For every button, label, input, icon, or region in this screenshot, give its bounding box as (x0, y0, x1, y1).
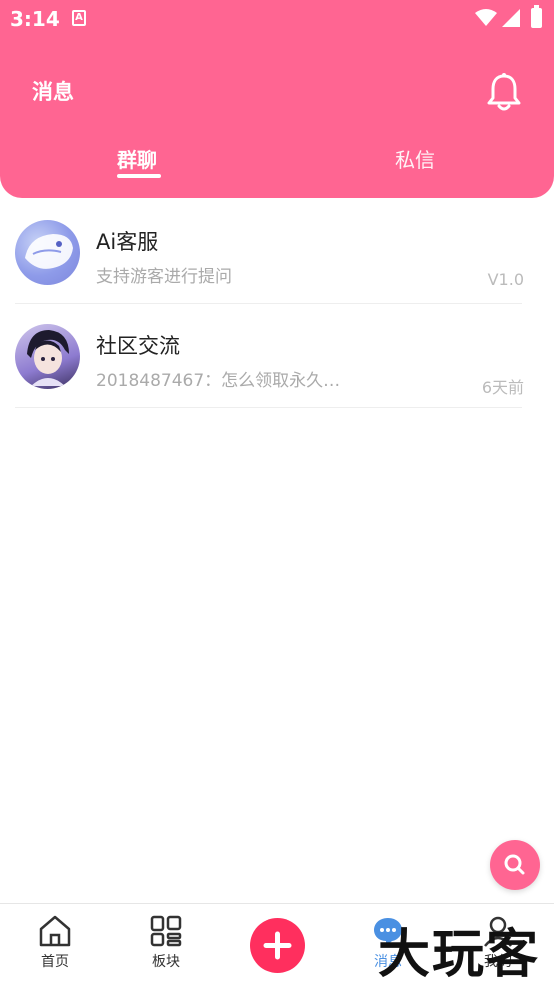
nav-home[interactable]: 首页 (15, 914, 95, 971)
status-bar: 3:14 A (0, 0, 554, 38)
ai-mascot-icon (25, 234, 73, 269)
signal-icon (502, 9, 520, 27)
conversation-name: Ai客服 (96, 230, 159, 254)
conversation-time: 6天前 (481, 378, 524, 397)
add-icon (263, 931, 292, 960)
status-time: 3:14 (10, 7, 60, 31)
nav-label-home: 首页 (41, 954, 69, 970)
search-button[interactable] (490, 840, 540, 890)
ai-avatar (15, 220, 80, 285)
tab-indicator (117, 174, 161, 178)
nav-label-boards: 板块 (152, 954, 180, 970)
header: 3:14 A 消息 群聊 私信 (0, 0, 554, 198)
search-icon (504, 854, 525, 875)
anime-character-icon (27, 330, 69, 386)
wifi-icon (475, 9, 497, 26)
watermark: 大玩客 (378, 925, 541, 985)
page-title: 消息 (32, 80, 74, 104)
battery-icon (531, 5, 542, 28)
page: 3:14 A 消息 群聊 私信 Ai客服 支持游客进行提问 V1.0 社区交流 … (0, 0, 554, 985)
conversation-item-community[interactable]: 社区交流 2018487467：怎么领取永久… 6天前 (0, 304, 554, 408)
nav-boards[interactable]: 板块 (126, 914, 206, 971)
conversation-preview: 2018487467：怎么领取永久… (96, 371, 341, 391)
grid-icon (150, 915, 182, 947)
notification-a-icon: A (72, 10, 86, 26)
tab-group-chat[interactable]: 群聊 (117, 144, 157, 173)
divider (15, 407, 522, 408)
tab-private-message[interactable]: 私信 (395, 144, 435, 173)
conversation-preview: 支持游客进行提问 (96, 267, 232, 287)
bell-icon[interactable] (486, 72, 522, 112)
add-button[interactable] (250, 918, 305, 973)
conversation-item-ai[interactable]: Ai客服 支持游客进行提问 V1.0 (0, 200, 554, 304)
conversation-version: V1.0 (487, 270, 524, 289)
conversation-name: 社区交流 (96, 334, 180, 358)
home-icon (39, 915, 71, 947)
community-avatar (15, 324, 80, 389)
